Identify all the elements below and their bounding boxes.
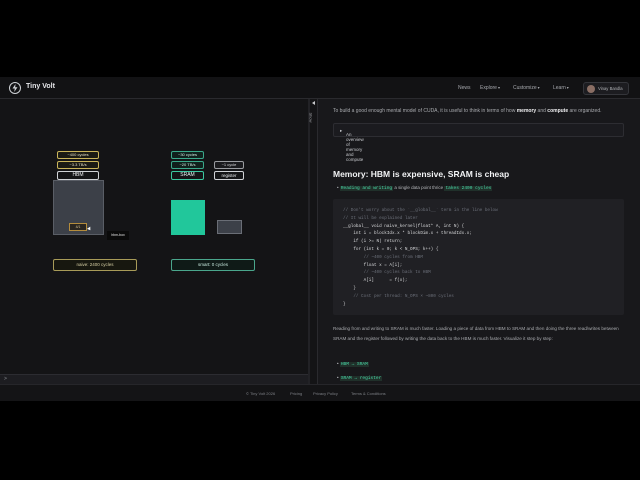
bullet-text: a single data point thrice [393,185,445,190]
code-line: if (i >= N) return; [343,239,403,245]
nav-learn-label: Learn [553,85,566,91]
hbm-data-cell[interactable]: 4/1 [69,223,87,231]
code-line: float x = A[i]; [343,262,403,268]
code-line: int i = blockIdx.x * blockDim.x + thread… [343,231,472,237]
footer-pricing-link[interactable]: Pricing [290,391,302,396]
footer-copyright: © Tiny Volt 2026 [246,391,276,396]
code-line: // Cost per thread: N_OPS × ~800 cycles [343,293,454,299]
nav-learn[interactable]: Learn▾ [553,85,569,91]
brand-name[interactable]: Tiny Volt [26,83,55,90]
overview-details-toggle[interactable]: ▸ An overview of memory and compute [333,123,624,162]
details-summary: ▸ An overview of memory and compute [340,128,364,162]
hbm-tooltip: hbm-box [107,231,129,240]
app-window: Tiny Volt News Explore▾ Customize▾ Learn… [0,77,640,401]
side-tab-label: Show [308,112,314,123]
list-item: • SRAM → register [337,375,383,381]
code-line: } [343,301,346,307]
code-line: // Don't worry about the `__global__` te… [343,208,498,213]
intro-post: are organized. [568,108,602,114]
user-menu[interactable]: Vinay Bandla [583,82,629,95]
chevron-left-icon[interactable] [312,101,315,105]
intro-compute: compute [547,108,569,114]
hbm-latency-tag: ~400 cycles [57,151,99,159]
code-line: for (int k = 0; k < N_OPS; k++) { [343,246,439,252]
command-input[interactable]: > [0,374,308,384]
article-pane: To build a good enough mental model of C… [318,99,640,384]
collapse-side-tab[interactable]: Show [308,99,318,384]
intro-pre: To build a good enough mental model of C… [333,108,517,114]
code-block: // Don't worry about the `__global__` te… [333,199,624,315]
hbm-label: HBM [57,171,99,180]
sram-bandwidth-tag: ~20 TB/s [171,161,204,169]
body-paragraph: Reading from and writing to SRAM is much… [333,326,619,341]
sram-block[interactable] [171,200,205,235]
chevron-down-icon: ▾ [566,85,569,90]
footer-terms-link[interactable]: Terms & Conditions [351,391,386,396]
details-label: An overview of memory and compute [346,132,364,162]
avatar [587,85,595,93]
intro-text: To build a good enough mental model of C… [333,108,602,114]
hbm-bandwidth-tag: ~3.3 TB/s [57,161,99,169]
user-name: Vinay Bandla [598,86,623,91]
code-line: // ~400 cycles back to HBM [343,270,431,276]
nav-customize[interactable]: Customize▾ [513,85,540,91]
inline-code: HBM → SRAM [339,362,369,367]
register-latency-tag: ~1 cycle [214,161,244,169]
code-line: // ~400 cycles from HBM [343,254,423,260]
sram-label: SRAM [171,171,204,180]
inline-code: takes 2400 cycles [444,186,493,191]
code-line: A[i] = f(x); [343,278,408,284]
bullet-item: • Reading and writing a single data poin… [337,185,493,191]
intro-memory: memory [516,108,537,114]
chevron-down-icon: ▾ [497,85,500,90]
section-heading: Memory: HBM is expensive, SRAM is cheap [333,169,510,179]
nav-explore[interactable]: Explore▾ [480,85,500,91]
nav-news-label: News [458,85,471,91]
chevron-down-icon: ▾ [537,85,540,90]
sram-latency-tag: ~30 cycles [171,151,204,159]
code-line: // It will be explained later [343,215,418,221]
lightning-logo-icon[interactable] [9,82,21,94]
nav-explore-label: Explore [480,85,497,91]
top-nav: Tiny Volt News Explore▾ Customize▾ Learn… [0,77,640,99]
nav-customize-label: Customize [513,85,537,91]
smart-run-button[interactable]: smart: 0 cycles [171,259,255,271]
code-line: } [343,285,356,291]
list-item: • HBM → SRAM [337,361,369,367]
inline-code: Reading and writing [339,186,394,191]
nav-news[interactable]: News [458,85,471,91]
footer: © Tiny Volt 2026 Pricing Privacy Policy … [0,384,640,401]
memory-visualization-pane [0,99,308,374]
input-prompt: > [4,376,7,382]
footer-privacy-link[interactable]: Privacy Policy [313,391,338,396]
naive-run-button[interactable]: naive: 2400 cycles [53,259,137,271]
inline-code: SRAM → register [339,376,383,381]
register-label: register [214,171,244,180]
register-block[interactable] [217,220,242,234]
code-line: __global__ void naive_kernel(float* A, i… [343,223,465,229]
intro-and: and [536,108,548,114]
